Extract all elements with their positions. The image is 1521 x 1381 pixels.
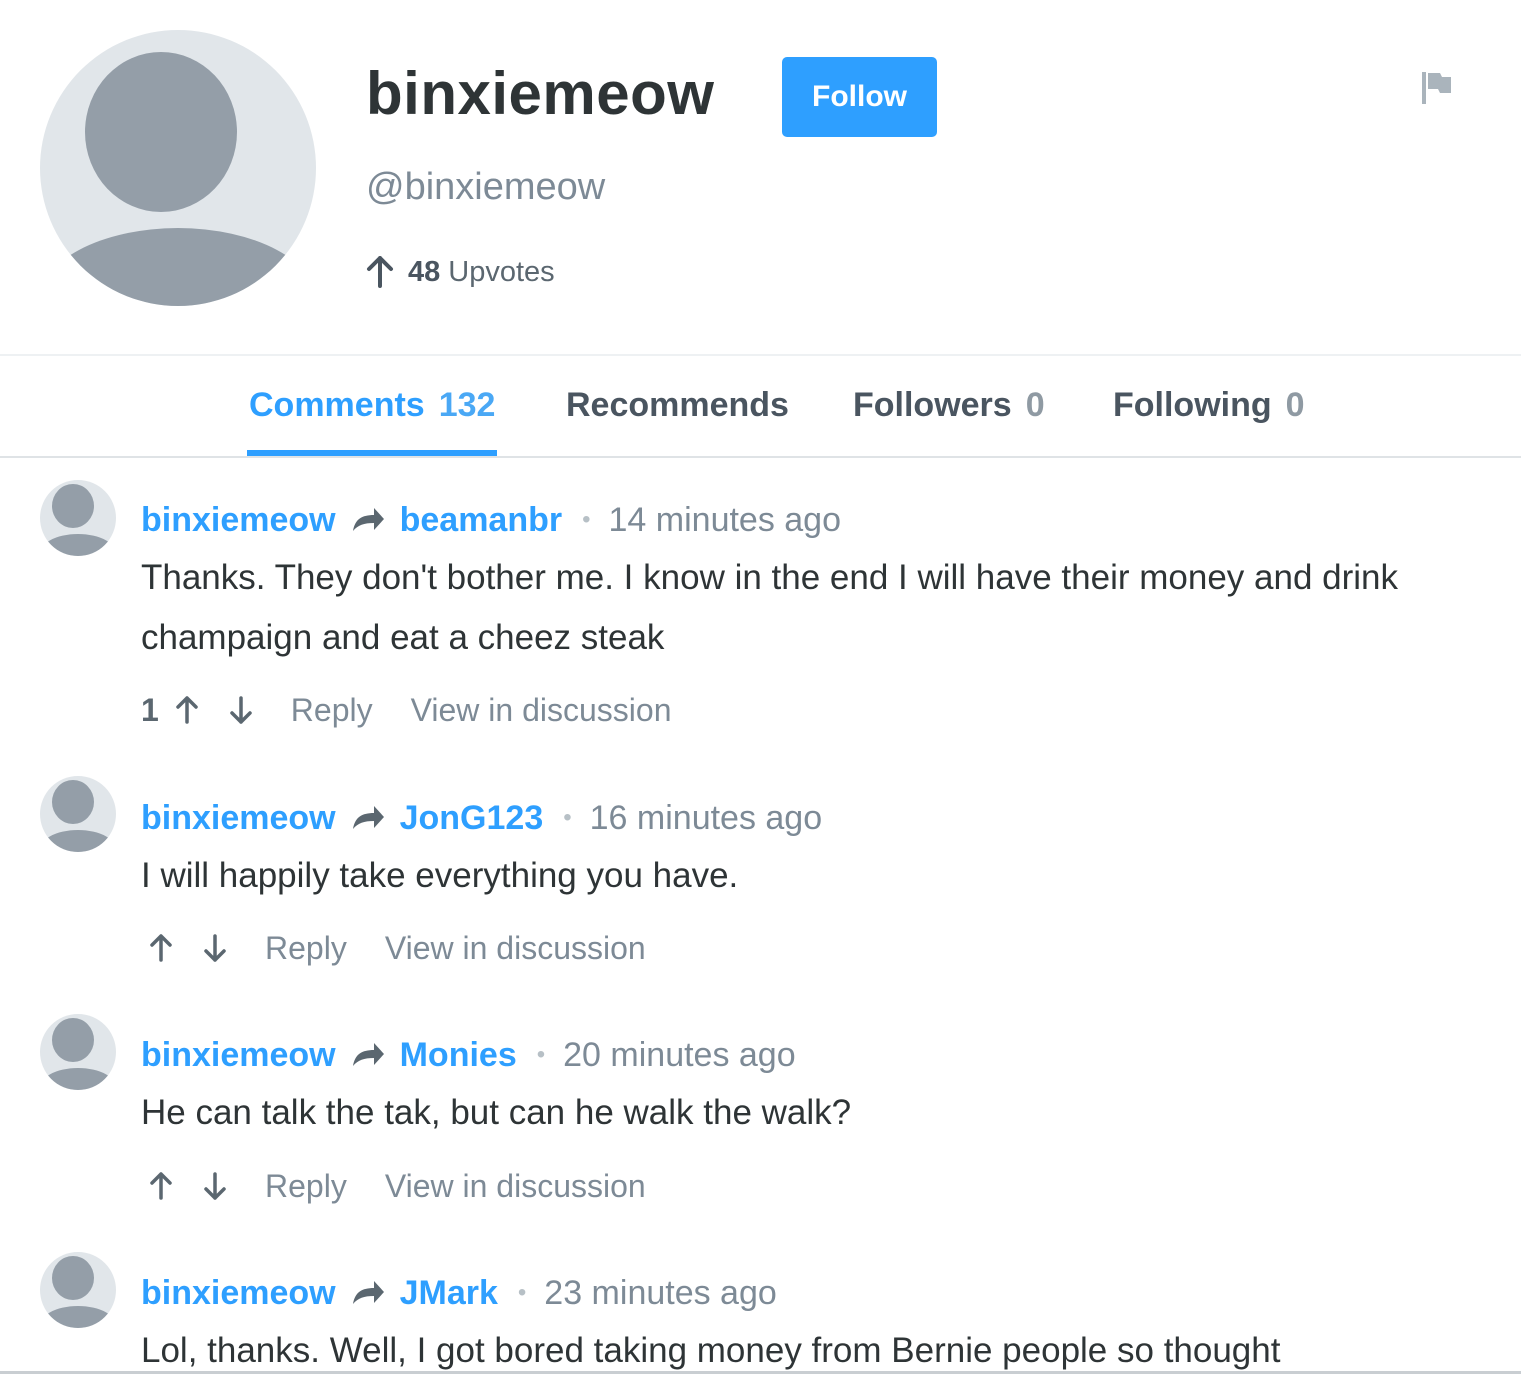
- comment-actions: Reply View in discussion: [141, 1166, 646, 1206]
- separator-dot: •: [582, 506, 591, 533]
- profile-tabs: Comments 132 Recommends Followers 0 Follow…: [0, 354, 1521, 458]
- tab-recommends[interactable]: Recommends: [566, 386, 789, 456]
- comment-reply-target[interactable]: Monies: [400, 1036, 517, 1075]
- view-in-discussion-link[interactable]: View in discussion: [411, 692, 672, 729]
- avatar-body-shape: [40, 830, 116, 852]
- comment-author[interactable]: binxiemeow: [141, 799, 336, 838]
- commenter-avatar[interactable]: [40, 480, 116, 556]
- tab-count: 0: [1285, 386, 1305, 424]
- comment-time[interactable]: 16 minutes ago: [590, 799, 823, 838]
- comment-reply-target[interactable]: beamanbr: [400, 501, 563, 540]
- tab-comments[interactable]: Comments 132: [247, 386, 498, 456]
- comment-header: binxiemeow JMark • 23 minutes ago: [141, 1271, 777, 1315]
- comment-header: binxiemeow JonG123 • 16 minutes ago: [141, 796, 822, 840]
- reply-arrow-icon: [352, 806, 384, 829]
- commenter-avatar[interactable]: [40, 1014, 116, 1090]
- avatar-head-shape: [85, 52, 237, 212]
- avatar-head-shape: [52, 780, 94, 824]
- comment-time[interactable]: 23 minutes ago: [544, 1274, 777, 1313]
- comment-actions: 1 Reply View in discussion: [141, 690, 671, 730]
- comment-author[interactable]: binxiemeow: [141, 1274, 336, 1313]
- view-in-discussion-link[interactable]: View in discussion: [385, 930, 646, 967]
- tab-label: Recommends: [566, 386, 789, 424]
- tab-label: Comments: [249, 386, 425, 424]
- commenter-avatar[interactable]: [40, 1252, 116, 1328]
- profile-upvotes: 48 Upvotes: [366, 252, 555, 292]
- reply-button[interactable]: Reply: [265, 930, 347, 967]
- tab-label: Following: [1113, 386, 1272, 424]
- avatar-head-shape: [52, 1256, 94, 1300]
- comment-header: binxiemeow beamanbr • 14 minutes ago: [141, 498, 841, 542]
- comment-text: Thanks. They don't bother me. I know in …: [141, 558, 1398, 657]
- avatar-body-shape: [40, 534, 116, 556]
- separator-dot: •: [536, 1041, 546, 1068]
- comment-text: I will happily take everything you have.: [141, 856, 739, 895]
- comment-text: He can talk the tak, but can he walk the…: [141, 1093, 852, 1132]
- vote-count: 1: [141, 691, 159, 728]
- comment-header: binxiemeow Monies • 20 minutes ago: [141, 1033, 796, 1077]
- reply-arrow-icon: [352, 1043, 384, 1066]
- reply-arrow-icon: [352, 508, 384, 531]
- arrow-up-icon[interactable]: [175, 695, 199, 725]
- profile-username: binxiemeow: [366, 60, 715, 127]
- active-tab-indicator: [247, 450, 498, 456]
- arrow-down-icon[interactable]: [203, 933, 227, 963]
- separator-dot: •: [517, 1279, 527, 1306]
- reply-button[interactable]: Reply: [291, 692, 373, 729]
- arrow-down-icon[interactable]: [203, 1171, 227, 1201]
- comment-reply-target[interactable]: JMark: [400, 1274, 498, 1313]
- avatar-head-shape: [52, 1018, 94, 1062]
- comment-author[interactable]: binxiemeow: [141, 1036, 336, 1075]
- upvotes-count: 48: [408, 255, 441, 288]
- reply-button[interactable]: Reply: [265, 1168, 347, 1205]
- follow-button[interactable]: Follow: [782, 57, 937, 137]
- upvotes-label: Upvotes: [448, 255, 555, 288]
- tab-count: 0: [1025, 386, 1045, 424]
- arrow-up-icon[interactable]: [149, 933, 173, 963]
- comment-time[interactable]: 14 minutes ago: [609, 501, 842, 540]
- arrow-up-icon: [367, 256, 393, 288]
- avatar-body-shape: [40, 228, 316, 306]
- reply-arrow-icon: [352, 1281, 384, 1304]
- tab-count: 132: [438, 386, 496, 424]
- comment-reply-target[interactable]: JonG123: [400, 799, 544, 838]
- profile-handle: @binxiemeow: [366, 166, 606, 208]
- separator-dot: •: [563, 804, 572, 831]
- arrow-up-icon[interactable]: [149, 1171, 173, 1201]
- profile-avatar: [40, 30, 316, 306]
- flag-icon[interactable]: [1420, 70, 1454, 106]
- avatar-head-shape: [52, 484, 94, 528]
- view-in-discussion-link[interactable]: View in discussion: [385, 1168, 646, 1205]
- tab-following[interactable]: Following 0: [1113, 386, 1305, 456]
- commenter-avatar[interactable]: [40, 776, 116, 852]
- comment-actions: Reply View in discussion: [141, 928, 646, 968]
- tab-followers[interactable]: Followers 0: [853, 386, 1045, 456]
- arrow-down-icon[interactable]: [229, 695, 253, 725]
- comment-author[interactable]: binxiemeow: [141, 501, 336, 540]
- comment-time[interactable]: 20 minutes ago: [563, 1036, 796, 1075]
- avatar-body-shape: [40, 1306, 116, 1328]
- tab-label: Followers: [853, 386, 1012, 424]
- avatar-body-shape: [40, 1068, 116, 1090]
- profile-header: binxiemeow Follow @binxiemeow 48 Upvotes: [0, 0, 1521, 354]
